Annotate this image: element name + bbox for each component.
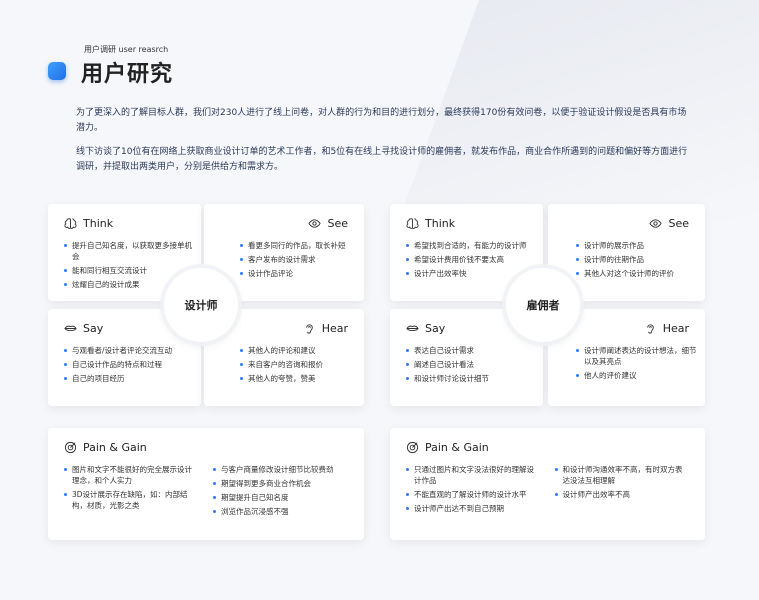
intro-paragraph-1: 为了更深入的了解目标人群，我们对230人进行了线上问卷，对人群的行为和目的进行划… [76,108,687,133]
list-item: 与客户商量修改设计细节比较费劲 [213,464,348,475]
list-item: 看更多同行的作品，取长补短 [240,240,358,251]
list-item: 设计师产出达不到自己预期 [406,503,541,514]
list-item: 和设计师沟通效率不高，有时双方表达没法互相理解 [554,464,690,486]
list-item: 希望设计费用价钱不要太高 [406,254,538,265]
brain-icon [406,217,419,230]
list-item: 阐述自己设计看法 [406,359,536,370]
target-icon [64,441,77,454]
list-item: 设计作品评论 [240,268,358,279]
list-item: 设计师产出效率不高 [554,489,690,500]
card-title: See [668,217,689,230]
card-title: Say [83,322,104,335]
brain-icon [64,217,77,230]
employer-center-label: 雇佣者 [506,268,580,342]
intro-paragraph-2: 线下访谈了10位有在网络上获取商业设计订单的艺术工作者，和5位有在线上寻找设计师… [76,147,688,172]
list-item: 不能直观的了解设计师的设计水平 [406,489,541,500]
list-item: 其他人的评论和建议 [240,345,358,356]
card-title: Pain & Gain [425,441,489,454]
list-item: 希望找到合适的，有能力的设计师 [406,240,538,251]
card-title: Hear [321,322,348,335]
list-item: 期望提升自己知名度 [213,492,348,503]
eye-icon [308,217,322,230]
list-item: 3D设计展示存在缺陷，如：内部结构，材质，光影之类 [64,489,199,511]
card-title: Hear [662,322,689,335]
list-item: 设计师的往期作品 [576,254,700,265]
card-title: Pain & Gain [83,441,147,454]
title-marker-icon [48,62,66,80]
list-item: 浏览作品沉浸感不强 [213,506,348,517]
eye-icon [649,217,663,230]
card-title: Think [83,217,114,230]
list-item: 期望得到更多商业合作机会 [213,478,348,489]
target-icon [406,441,419,454]
list-item: 表达自己设计需求 [406,345,536,356]
ear-icon [303,322,316,335]
list-item: 自己设计作品的特点和过程 [64,359,194,370]
list-item: 他人的评价建议 [576,370,700,381]
page-title: 用户研究 [81,62,174,87]
card-title: Say [425,322,446,335]
list-item: 图片和文字不能很好的完全展示设计理念，和个人实力 [64,464,199,486]
card-title: See [327,217,348,230]
list-item: 提升自己知名度，以获取更多接单机会 [64,240,194,262]
designer-center-label: 设计师 [164,268,238,342]
lips-icon [406,322,419,335]
page-subtitle: 用户调研 user reasrch [84,45,169,54]
list-item: 与观看者/设计者评论交流互动 [64,345,194,356]
list-item: 其他人的夸赞，赞美 [240,373,358,384]
list-item: 和设计师讨论设计细节 [406,373,536,384]
list-item: 来自客户的咨询和报价 [240,359,358,370]
list-item: 设计师的展示作品 [576,240,700,251]
employer-pain-gain-card: Pain & Gain 只通过图片和文字没法很好的理解设计作品 不能直观的了解设… [390,428,705,540]
list-item: 自己的项目经历 [64,373,194,384]
list-item: 客户发布的设计需求 [240,254,358,265]
designer-pain-gain-card: Pain & Gain 图片和文字不能很好的完全展示设计理念，和个人实力 3D设… [48,428,364,540]
list-item: 能和同行相互交流设计 [64,265,194,276]
list-item: 设计师阐述表达的设计想法，细节以及其亮点 [576,345,700,367]
ear-icon [644,322,657,335]
list-item: 只通过图片和文字没法很好的理解设计作品 [406,464,541,486]
lips-icon [64,322,77,335]
list-item: 其他人对这个设计师的评价 [576,268,700,279]
card-title: Think [425,217,456,230]
